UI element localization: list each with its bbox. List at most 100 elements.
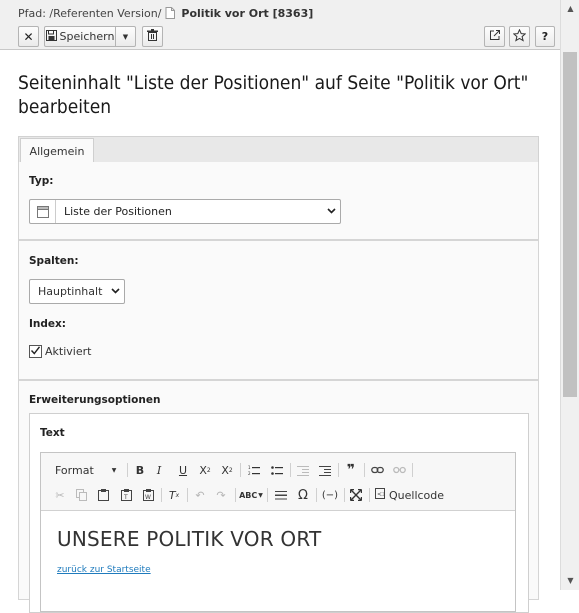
bold-icon[interactable]: B [133,462,147,478]
save-dropdown-button[interactable]: ▼ [116,26,136,47]
caret-down-icon: ▼ [111,466,117,474]
index-checkbox[interactable] [29,345,42,358]
chevron-down-icon [111,286,120,298]
subscript-icon[interactable]: X2 [197,462,213,478]
paste-word-icon[interactable]: W [141,487,155,503]
toolbar-separator [187,488,188,502]
docheader: Pfad: /Referenten Version/ Politik vor O… [0,0,560,50]
path-label: Pfad: /Referenten Version/ [18,6,162,20]
toolbar-separator [161,488,162,502]
extension-section: Erweiterungsoptionen Text Format ▼ B I U… [18,380,539,613]
toolbar-separator [267,488,268,502]
question-icon: ? [541,30,549,43]
toolbar-separator [344,488,345,502]
toolbar-separator [316,488,317,502]
toolbar-separator [369,488,370,502]
svg-text:W: W [145,494,151,501]
link-icon[interactable] [369,462,385,478]
blockquote-icon[interactable]: ❞ [343,462,359,478]
save-icon [45,29,57,44]
source-code-label: Quellcode [389,488,445,502]
format-dropdown-label: Format [55,463,94,477]
redo-icon[interactable]: ↷ [213,487,229,503]
trash-icon [147,29,158,44]
svg-text:2: 2 [248,471,251,476]
page-icon [165,7,176,19]
indent-icon[interactable] [317,462,333,478]
back-to-home-link[interactable]: zurück zur Startseite [57,565,151,575]
vertical-scrollbar[interactable]: ▲ ▼ [560,0,579,590]
index-checkbox-row[interactable]: Aktiviert [29,345,91,358]
outdent-icon[interactable] [295,462,311,478]
toolbar-separator [290,463,291,477]
horizontal-line-icon[interactable] [273,487,289,503]
columns-section: Spalten: Hauptinhalt Index: Aktiviert [18,240,539,380]
tab-bar: Allgemein [18,136,539,164]
numbered-list-icon[interactable]: 12 [246,462,262,478]
text-field-panel: Text Format ▼ B I U X2 X2 12 ❞ ✂ T W T x… [29,413,529,613]
close-button[interactable]: ✕ [18,26,39,47]
delete-button[interactable] [142,26,163,47]
caret-down-icon: ▼ [122,32,129,41]
scroll-up-arrow-icon[interactable]: ▲ [561,0,579,16]
scroll-thumb[interactable] [563,52,577,397]
bullet-list-icon[interactable] [269,462,285,478]
undo-icon[interactable]: ↶ [192,487,208,503]
content-heading: UNSERE POLITIK VOR ORT [57,527,322,551]
paste-icon[interactable] [96,487,110,503]
source-code-icon: <> [375,488,387,502]
svg-text:1: 1 [248,465,251,470]
toolbar-separator [412,463,413,477]
type-label: Typ: [29,175,54,187]
copy-icon[interactable] [74,487,88,503]
special-char-icon[interactable]: Ω [295,487,311,503]
type-select[interactable]: Liste der Positionen [29,199,341,224]
soft-hyphen-icon[interactable]: (−) [321,487,339,503]
type-select-value: Liste der Positionen [64,205,172,218]
svg-text:T: T [123,494,128,501]
svg-text:<>: <> [377,491,385,498]
underline-icon[interactable]: U [176,462,190,478]
unlink-icon[interactable] [391,462,407,478]
text-label: Text [40,427,65,439]
help-button[interactable]: ? [535,26,555,47]
view-page-button[interactable] [484,26,505,47]
spellcheck-icon[interactable]: ABC ▼ [239,487,263,503]
index-label: Index: [29,318,66,330]
toolbar-separator [364,463,365,477]
external-link-icon [489,29,501,44]
save-button[interactable]: Speichern [44,26,116,47]
italic-icon[interactable]: I [152,462,166,478]
maximize-icon[interactable] [348,487,364,503]
bookmark-button[interactable] [509,26,530,47]
close-icon: ✕ [23,29,34,44]
extension-label: Erweiterungsoptionen [29,394,161,406]
star-icon [512,28,527,45]
toolbar-separator [338,463,339,477]
save-label: Speichern [59,30,115,43]
paste-text-icon[interactable]: T [119,487,133,503]
rich-text-editor[interactable]: Format ▼ B I U X2 X2 12 ❞ ✂ T W T x ↶ ↷ … [40,452,516,612]
columns-select[interactable]: Hauptinhalt [29,279,125,304]
toolbar-separator [235,488,236,502]
page-heading: Seiteninhalt "Liste der Positionen" auf … [18,72,529,118]
columns-label: Spalten: [29,255,79,267]
save-button-group: Speichern ▼ [44,26,136,47]
editor-content[interactable]: UNSERE POLITIK VOR ORT [57,527,321,551]
remove-format-icon[interactable]: Tx [166,487,182,503]
breadcrumb: Pfad: /Referenten Version/ Politik vor O… [18,6,313,20]
type-section: Typ: Liste der Positionen [18,162,539,240]
superscript-icon[interactable]: X2 [219,462,235,478]
index-checkbox-label: Aktiviert [45,345,92,358]
tab-allgemein[interactable]: Allgemein [20,138,94,164]
cut-icon[interactable]: ✂ [53,487,67,503]
source-code-button[interactable]: <> Quellcode [375,487,444,503]
toolbar-separator [240,463,241,477]
scroll-down-arrow-icon[interactable]: ▼ [561,572,579,588]
columns-select-value: Hauptinhalt [38,285,103,298]
content-element-icon [30,200,56,223]
toolbar-separator [127,463,128,477]
chevron-down-icon [327,206,336,218]
format-dropdown[interactable]: Format ▼ [55,462,116,478]
editor-toolbar: Format ▼ B I U X2 X2 12 ❞ ✂ T W T x ↶ ↷ … [41,453,515,511]
